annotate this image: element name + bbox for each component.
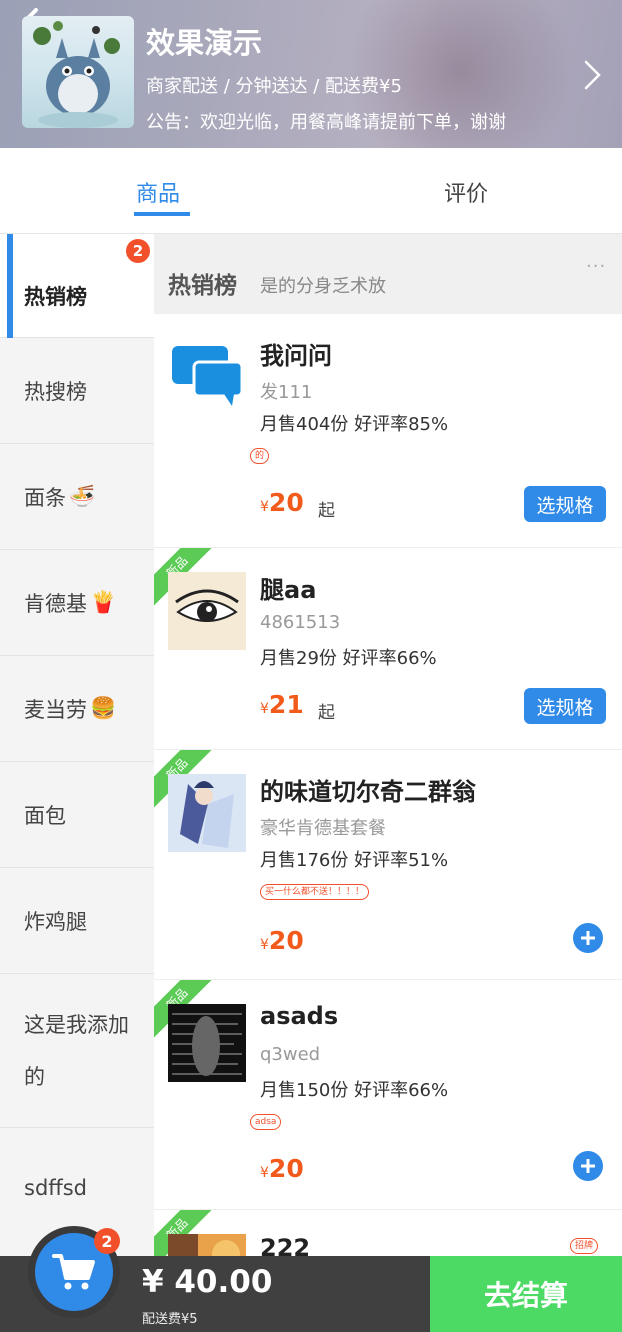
sidebar-item-mcdonalds[interactable]: 麦当劳 🍔 [0, 656, 154, 762]
category-badge: 2 [126, 239, 150, 263]
product-description: 4861513 [260, 612, 341, 633]
chat-bubble-icon [172, 346, 244, 406]
sidebar-item-label: 热销榜 [24, 284, 87, 309]
product-description: 发111 [260, 382, 313, 403]
shop-header[interactable]: 效果演示 商家配送 / 分钟送达 / 配送费¥5 公告：欢迎光临，用餐高峰请提前… [0, 0, 622, 148]
chevron-right-icon[interactable] [582, 58, 604, 92]
product-stats: 月售29份 好评率66% [260, 648, 437, 669]
sidebar-item-hot-sales[interactable]: 热销榜 2 [0, 234, 154, 338]
sidebar-item-custom[interactable]: 这是我添加 的 [0, 974, 154, 1128]
shopping-cart-icon [52, 1254, 95, 1290]
section-description: 是的分身乏术放 [260, 276, 386, 297]
shop-logo [22, 16, 134, 128]
product-price: ¥20 [260, 1154, 304, 1183]
shop-notice: 公告：欢迎光临，用餐高峰请提前下单，谢谢 [146, 112, 506, 133]
add-to-cart-icon[interactable] [572, 922, 604, 954]
active-tab-indicator [134, 212, 190, 216]
product-price: ¥20 [260, 926, 304, 955]
product-stats: 月售404份 好评率85% [260, 414, 449, 435]
product-price: ¥20 [260, 488, 304, 517]
sidebar-item-hot-search[interactable]: 热搜榜 [0, 338, 154, 444]
add-to-cart-icon[interactable] [572, 1150, 604, 1182]
product-card[interactable]: 新品 腿aa 4861513 月售29份 好评率66% ¥21 起 选规格 [154, 548, 622, 750]
checkout-button[interactable]: 去结算 [430, 1256, 622, 1332]
sidebar-item-sdffsd[interactable]: sdffsd [0, 1128, 154, 1238]
select-spec-button[interactable]: 选规格 [524, 688, 606, 724]
delivery-fee: 配送费¥5 [142, 1312, 198, 1327]
active-category-indicator [7, 234, 13, 338]
product-tag: 招牌 [570, 1238, 599, 1254]
product-image [168, 572, 246, 650]
burger-icon: 🍔 [90, 696, 117, 720]
sidebar-item-fried-chicken[interactable]: 炸鸡腿 [0, 868, 154, 974]
tab-reviews[interactable]: 评价 [444, 176, 488, 208]
product-name: asads [260, 1002, 339, 1030]
shop-name: 效果演示 [146, 26, 263, 60]
section-title: 热销榜 [168, 273, 237, 299]
product-tag: 的 [250, 448, 270, 464]
more-icon[interactable]: ··· [586, 256, 606, 277]
noodles-icon: 🍜 [69, 484, 96, 508]
sidebar-item-label: 热搜榜 [24, 379, 87, 404]
sidebar-item-label: sdffsd [24, 1176, 88, 1200]
sidebar-item-label: 面包 [24, 803, 66, 828]
cart-count-badge: 2 [94, 1228, 120, 1254]
cart-total: ¥ 40.00 [142, 1264, 273, 1300]
sidebar-item-label: 肯德基 [24, 591, 87, 616]
price-from-label: 起 [318, 703, 335, 723]
product-name: 222 [260, 1234, 311, 1256]
product-card[interactable]: 新品 的味道切尔奇二群翁 豪华肯德基套餐 月售176份 好评率51% 买一什么都… [154, 750, 622, 980]
sidebar-item-noodles[interactable]: 面条 🍜 [0, 444, 154, 550]
product-card[interactable]: 我问问 发111 月售404份 好评率85% 的 ¥20 起 选规格 [154, 314, 622, 548]
sidebar-item-label: 这是我添加 [24, 1012, 129, 1037]
product-tag: adsa [250, 1114, 282, 1130]
product-stats: 月售150份 好评率66% [260, 1080, 449, 1101]
tab-bar: 商品 评价 [0, 148, 622, 234]
sidebar-item-label: 麦当劳 [24, 697, 87, 722]
sidebar-item-bread[interactable]: 面包 [0, 762, 154, 868]
product-stats: 月售176份 好评率51% [260, 850, 449, 871]
product-card[interactable]: 新品 222 招牌 [154, 1210, 622, 1256]
product-image [168, 1234, 246, 1256]
sidebar-item-label: 的 [24, 1064, 45, 1089]
shop-delivery-info: 商家配送 / 分钟送达 / 配送费¥5 [146, 76, 402, 97]
product-name: 我问问 [260, 342, 332, 370]
product-name: 的味道切尔奇二群翁 [260, 778, 476, 806]
product-price: ¥21 [260, 690, 304, 719]
select-spec-button[interactable]: 选规格 [524, 486, 606, 522]
price-from-label: 起 [318, 501, 335, 521]
product-image [168, 1004, 246, 1082]
sidebar-item-kfc[interactable]: 肯德基 🍟 [0, 550, 154, 656]
product-tag: 买一什么都不送！！！！ [260, 884, 370, 900]
product-card[interactable]: 新品 asads q3wed 月售150份 好评率66% adsa ¥20 [154, 980, 622, 1210]
product-description: 豪华肯德基套餐 [260, 818, 386, 839]
fries-icon: 🍟 [90, 590, 117, 614]
product-description: q3wed [260, 1044, 321, 1065]
product-image [168, 774, 246, 852]
sidebar-item-label: 炸鸡腿 [24, 909, 87, 934]
tab-goods[interactable]: 商品 [136, 176, 180, 208]
category-sidebar: 热销榜 2 热搜榜 面条 🍜 肯德基 🍟 麦当劳 🍔 面包 炸鸡腿 这是我添加 … [0, 234, 154, 1256]
sidebar-item-label: 面条 [24, 485, 66, 510]
product-name: 腿aa [260, 576, 317, 604]
section-header: 热销榜 是的分身乏术放 ··· [154, 234, 622, 314]
